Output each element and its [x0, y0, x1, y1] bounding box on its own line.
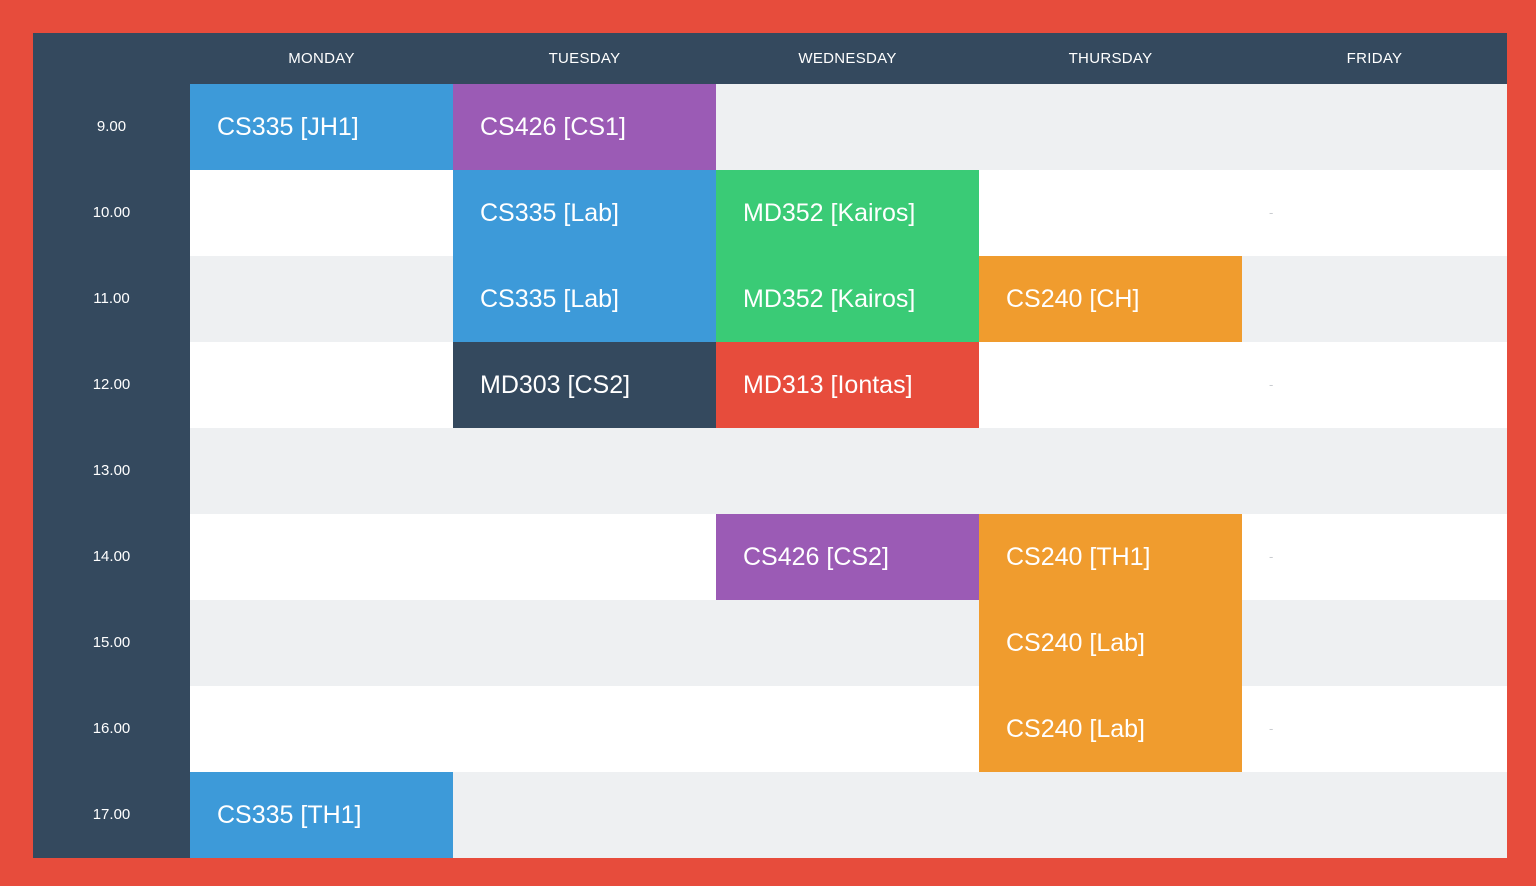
class-session[interactable]: CS335 [TH1]	[190, 772, 453, 858]
time-row: 13.00	[33, 428, 1507, 514]
time-label: 15.00	[33, 600, 190, 686]
day-header-row: MONDAY TUESDAY WEDNESDAY THURSDAY FRIDAY	[190, 33, 1507, 84]
time-row: 11.00 CS335 [Lab] MD352 [Kairos] CS240 [CH]	[33, 256, 1507, 342]
class-session-label: CS426 [CS1]	[480, 112, 626, 141]
class-session[interactable]: CS335 [Lab]	[453, 256, 716, 342]
time-label: 9.00	[33, 84, 190, 170]
time-row: 15.00 CS240 [Lab]	[33, 600, 1507, 686]
time-label: 10.00	[33, 170, 190, 256]
class-session[interactable]: CS426 [CS2]	[716, 514, 979, 600]
class-session[interactable]: MD303 [CS2]	[453, 342, 716, 428]
class-session[interactable]: CS426 [CS1]	[453, 84, 716, 170]
time-row: 14.00 CS426 [CS2] CS240 [TH1] -	[33, 514, 1507, 600]
time-label: 11.00	[33, 256, 190, 342]
day-header-thursday: THURSDAY	[1068, 50, 1153, 67]
time-label: 12.00	[33, 342, 190, 428]
row-background	[190, 600, 1507, 686]
class-session-label: MD352 [Kairos]	[743, 198, 916, 227]
class-session[interactable]: MD352 [Kairos]	[716, 170, 979, 256]
empty-slot-marker: -	[1269, 549, 1274, 564]
class-session-label: CS335 [TH1]	[217, 800, 362, 829]
class-session-label: CS240 [Lab]	[1006, 628, 1145, 657]
class-session[interactable]: CS240 [CH]	[979, 256, 1242, 342]
class-session[interactable]: MD352 [Kairos]	[716, 256, 979, 342]
class-session-label: CS335 [Lab]	[480, 284, 619, 313]
time-row: 10.00 CS335 [Lab] MD352 [Kairos] -	[33, 170, 1507, 256]
day-header-tuesday: TUESDAY	[548, 50, 621, 67]
class-session[interactable]: CS240 [Lab]	[979, 600, 1242, 686]
class-session-label: CS335 [JH1]	[217, 112, 359, 141]
class-session-label: CS240 [CH]	[1006, 284, 1140, 313]
day-header-monday: MONDAY	[288, 50, 355, 67]
time-label: 14.00	[33, 514, 190, 600]
class-session[interactable]: CS335 [Lab]	[453, 170, 716, 256]
class-session-label: MD303 [CS2]	[480, 370, 631, 399]
time-row: 12.00 MD303 [CS2] MD313 [Iontas] -	[33, 342, 1507, 428]
time-row: 17.00 CS335 [TH1]	[33, 772, 1507, 858]
day-header-friday: FRIDAY	[1346, 50, 1403, 67]
class-session-label: MD313 [Iontas]	[743, 370, 913, 399]
class-session-label: MD352 [Kairos]	[743, 284, 916, 313]
empty-slot-marker: -	[1269, 205, 1274, 220]
row-background	[190, 428, 1507, 514]
class-session[interactable]: MD313 [Iontas]	[716, 342, 979, 428]
time-row: 16.00 CS240 [Lab] -	[33, 686, 1507, 772]
class-session[interactable]: CS240 [Lab]	[979, 686, 1242, 772]
class-session[interactable]: CS240 [TH1]	[979, 514, 1242, 600]
class-session-label: CS240 [TH1]	[1006, 542, 1151, 571]
empty-slot-marker: -	[1269, 377, 1274, 392]
time-label: 16.00	[33, 686, 190, 772]
time-label: 17.00	[33, 772, 190, 858]
row-background	[190, 686, 1507, 772]
empty-slot-marker: -	[1269, 721, 1274, 736]
class-session-label: CS335 [Lab]	[480, 198, 619, 227]
timetable: MONDAY TUESDAY WEDNESDAY THURSDAY FRIDAY 9.0…	[33, 33, 1507, 858]
time-label: 13.00	[33, 428, 190, 514]
day-header-wednesday: WEDNESDAY	[798, 50, 897, 67]
time-row: 9.00 CS335 [JH1] CS426 [CS1]	[33, 84, 1507, 170]
class-session[interactable]: CS335 [JH1]	[190, 84, 453, 170]
class-session-label: CS240 [Lab]	[1006, 714, 1145, 743]
class-session-label: CS426 [CS2]	[743, 542, 889, 571]
